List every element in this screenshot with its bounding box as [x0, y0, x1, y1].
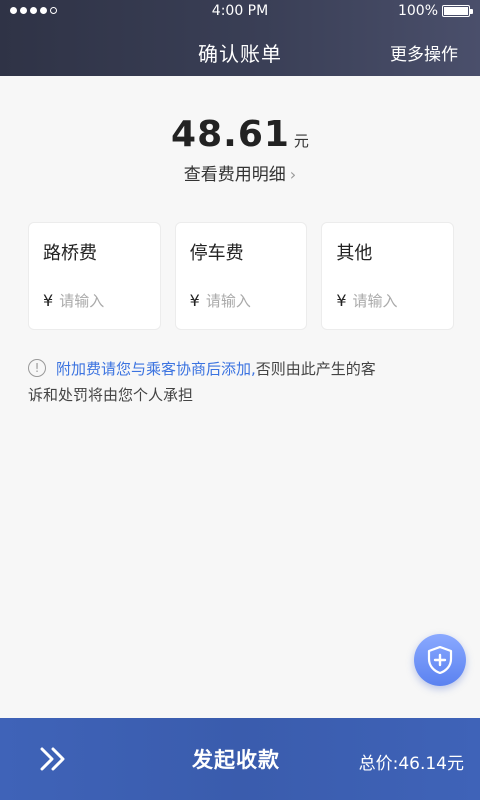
- fare-detail-link[interactable]: 查看费用明细 ›: [0, 160, 480, 185]
- collect-payment-label: 发起收款: [192, 748, 280, 772]
- fee-input-row: ¥: [190, 291, 286, 310]
- bottom-action-bar: 发起收款 总价:46.14元: [0, 718, 480, 800]
- battery-icon: [442, 5, 473, 17]
- currency-symbol: ¥: [336, 291, 347, 310]
- currency-symbol: ¥: [189, 291, 200, 310]
- notice-text-line1: 附加费请您与乘客协商后添加,否则由此产生的客: [28, 356, 458, 382]
- chevron-right-icon: ›: [289, 165, 297, 184]
- extra-fee-cards: 路桥费 ¥ 停车费 ¥ 其他 ¥: [28, 222, 455, 330]
- currency-symbol: ¥: [43, 291, 54, 310]
- notice-text: 否则由此产生的客: [255, 360, 376, 378]
- fare-unit: 元: [293, 132, 309, 150]
- fee-card-other[interactable]: 其他 ¥: [321, 222, 455, 330]
- battery-status: 100%: [397, 3, 473, 19]
- fare-amount: 48.61: [171, 114, 290, 155]
- fee-input-row: ¥: [43, 291, 140, 310]
- fee-card-title: 停车费: [189, 243, 244, 264]
- fee-notice: ! 附加费请您与乘客协商后添加,否则由此产生的客 诉和处罚将由您个人承担: [28, 356, 458, 408]
- total-price: 总价:46.14元: [358, 754, 464, 774]
- app-header: 4:00 PM 100% 确认账单 更多操作: [0, 0, 480, 76]
- fee-card-title: 其他: [336, 243, 373, 264]
- shield-plus-icon: [427, 646, 453, 674]
- more-actions-button[interactable]: 更多操作: [390, 40, 458, 65]
- fare-detail-label: 查看费用明细: [183, 165, 286, 185]
- safety-shield-button[interactable]: [414, 634, 466, 686]
- battery-percent: 100%: [397, 3, 438, 19]
- status-bar: 4:00 PM 100%: [0, 0, 480, 24]
- fee-card-title: 路桥费: [43, 243, 97, 264]
- notice-text-line2: 诉和处罚将由您个人承担: [28, 386, 194, 404]
- parking-fee-input[interactable]: [205, 291, 286, 310]
- info-icon: !: [28, 359, 46, 377]
- toll-fee-input[interactable]: [59, 291, 140, 310]
- fee-input-row: ¥: [336, 291, 433, 310]
- notice-highlight: 附加费请您与乘客协商后添加,: [56, 360, 256, 378]
- fare-total: 48.61 元: [0, 114, 480, 155]
- fee-card-toll[interactable]: 路桥费 ¥: [28, 222, 161, 330]
- other-fee-input[interactable]: [352, 291, 433, 310]
- double-chevron-right-icon[interactable]: [38, 744, 70, 774]
- fee-card-parking[interactable]: 停车费 ¥: [174, 222, 308, 330]
